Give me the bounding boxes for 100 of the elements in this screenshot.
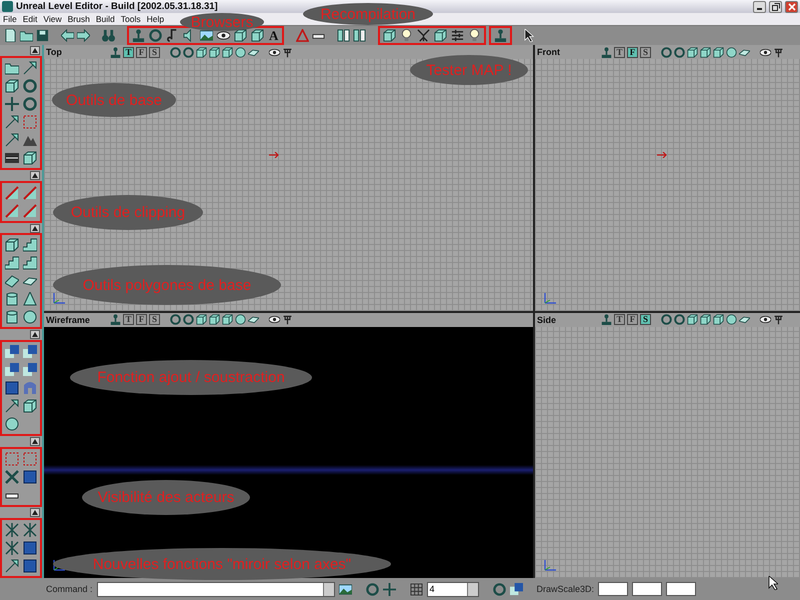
ring-icon[interactable] (674, 314, 685, 325)
ring-icon[interactable] (149, 29, 162, 42)
arrow-left-icon[interactable] (61, 29, 74, 42)
page-icon[interactable] (4, 29, 17, 42)
sphere-icon[interactable] (726, 314, 737, 325)
collapse-button[interactable] (30, 330, 40, 340)
eye-icon[interactable] (217, 29, 230, 42)
sphere-icon[interactable] (5, 417, 19, 432)
font-browser-button[interactable]: A (268, 29, 280, 42)
crosshair-icon[interactable] (5, 96, 19, 111)
ring-icon[interactable] (366, 582, 379, 596)
cube-icon[interactable] (383, 29, 396, 42)
square-icon[interactable] (23, 558, 37, 573)
menu-item[interactable]: Help (146, 14, 164, 24)
view-mode-button[interactable]: T (123, 314, 134, 325)
pawn-icon[interactable] (110, 314, 121, 325)
overlap-icon[interactable] (23, 363, 37, 378)
cube-icon[interactable] (23, 399, 37, 414)
drawscale-field[interactable] (632, 582, 662, 596)
cube-icon[interactable] (5, 238, 19, 252)
grid-size-dropdown[interactable]: 4 (426, 582, 479, 596)
slash-icon[interactable] (5, 204, 19, 218)
overlap-icon[interactable] (510, 582, 523, 596)
collapse-button[interactable] (30, 170, 40, 180)
sphere-icon[interactable] (235, 46, 246, 58)
folder-icon[interactable] (5, 60, 19, 75)
square-icon[interactable] (5, 381, 19, 396)
grid-icon[interactable] (410, 582, 423, 596)
film-icon[interactable] (5, 150, 19, 165)
bulb-icon[interactable] (400, 29, 414, 42)
branch-icon[interactable] (417, 29, 430, 42)
panel-icon[interactable] (353, 29, 366, 42)
eye-icon[interactable] (760, 314, 771, 325)
drawscale-field[interactable] (666, 582, 696, 596)
cross-icon[interactable] (5, 470, 19, 484)
cube-icon[interactable] (687, 314, 698, 325)
square-icon[interactable] (23, 540, 37, 555)
eye-icon[interactable] (760, 46, 771, 58)
ring-icon[interactable] (183, 314, 194, 325)
eye-icon[interactable] (269, 46, 280, 58)
overlap-icon[interactable] (23, 345, 37, 360)
ring-icon[interactable] (661, 46, 672, 58)
view-mode-button[interactable]: S (640, 314, 651, 325)
view-mode-button[interactable]: S (149, 314, 160, 325)
panel-icon[interactable] (337, 29, 350, 42)
pawn-icon[interactable] (132, 29, 145, 42)
cone-icon[interactable] (23, 292, 37, 306)
view-mode-button[interactable]: F (136, 314, 147, 325)
minimize-button[interactable] (753, 0, 766, 12)
ring-icon[interactable] (23, 96, 37, 111)
cube-icon[interactable] (700, 314, 711, 325)
menu-item[interactable]: Edit (22, 14, 38, 24)
note-icon[interactable] (166, 29, 179, 42)
eye-icon[interactable] (269, 314, 280, 325)
folder-icon[interactable] (20, 29, 33, 42)
ring-icon[interactable] (170, 314, 181, 325)
command-field[interactable] (96, 582, 335, 596)
picture-icon[interactable] (338, 582, 352, 596)
crosshair-icon[interactable] (382, 582, 396, 596)
ring-icon[interactable] (492, 582, 506, 596)
pawn-icon[interactable] (601, 314, 612, 325)
cube-icon[interactable] (434, 29, 448, 42)
cube-icon[interactable] (713, 46, 724, 58)
cylinder-icon[interactable] (5, 310, 19, 324)
view-mode-button[interactable]: S (640, 46, 651, 58)
slash-icon[interactable] (23, 186, 37, 200)
menu-item[interactable]: Brush (68, 14, 90, 24)
collapse-button[interactable] (30, 508, 40, 518)
cube-icon[interactable] (234, 29, 247, 42)
view-mode-button[interactable]: F (136, 46, 147, 58)
view-mode-button[interactable]: T (123, 46, 134, 58)
cube-icon[interactable] (5, 78, 19, 93)
tile-icon[interactable] (5, 274, 19, 288)
slash-icon[interactable] (23, 204, 37, 218)
picture-icon[interactable] (200, 29, 213, 42)
cube-icon[interactable] (713, 314, 724, 325)
cube-icon[interactable] (222, 46, 233, 58)
menu-item[interactable]: Build (96, 14, 115, 24)
slash-icon[interactable] (5, 186, 19, 200)
cylinder-icon[interactable] (5, 292, 19, 306)
restore-button[interactable] (769, 0, 782, 12)
close-button[interactable] (785, 0, 798, 12)
arrow-icon[interactable] (5, 132, 19, 147)
cube-icon[interactable] (251, 29, 264, 42)
cube-icon[interactable] (700, 46, 711, 58)
pin-icon[interactable] (282, 314, 293, 325)
arrow-icon[interactable] (23, 60, 37, 75)
view-mode-button[interactable]: T (614, 314, 625, 325)
ring-icon[interactable] (674, 46, 685, 58)
cube-icon[interactable] (196, 46, 207, 58)
menu-item[interactable]: View (43, 14, 62, 24)
collapse-button[interactable] (30, 46, 40, 55)
drawscale-field[interactable] (598, 582, 628, 596)
cube-icon[interactable] (196, 314, 207, 325)
arrow-icon[interactable] (5, 114, 19, 129)
view-mode-button[interactable]: F (627, 314, 638, 325)
menu-item[interactable]: File (3, 14, 17, 24)
square-icon[interactable] (23, 470, 37, 484)
pin-icon[interactable] (282, 46, 293, 58)
cube-icon[interactable] (222, 314, 233, 325)
